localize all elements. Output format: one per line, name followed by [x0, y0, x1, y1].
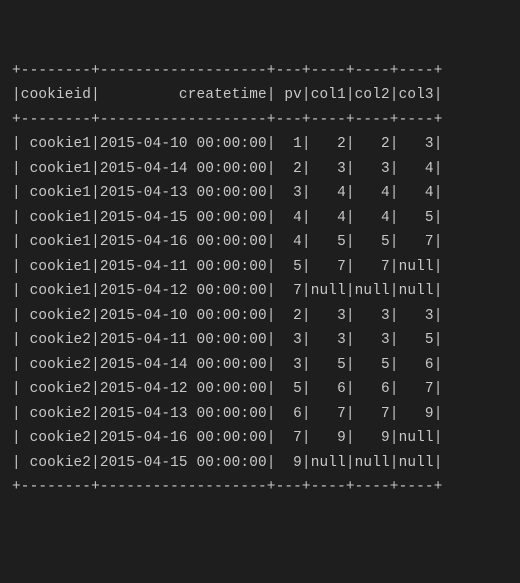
ascii-table-output: +--------+-------------------+---+----+-…: [12, 59, 510, 500]
